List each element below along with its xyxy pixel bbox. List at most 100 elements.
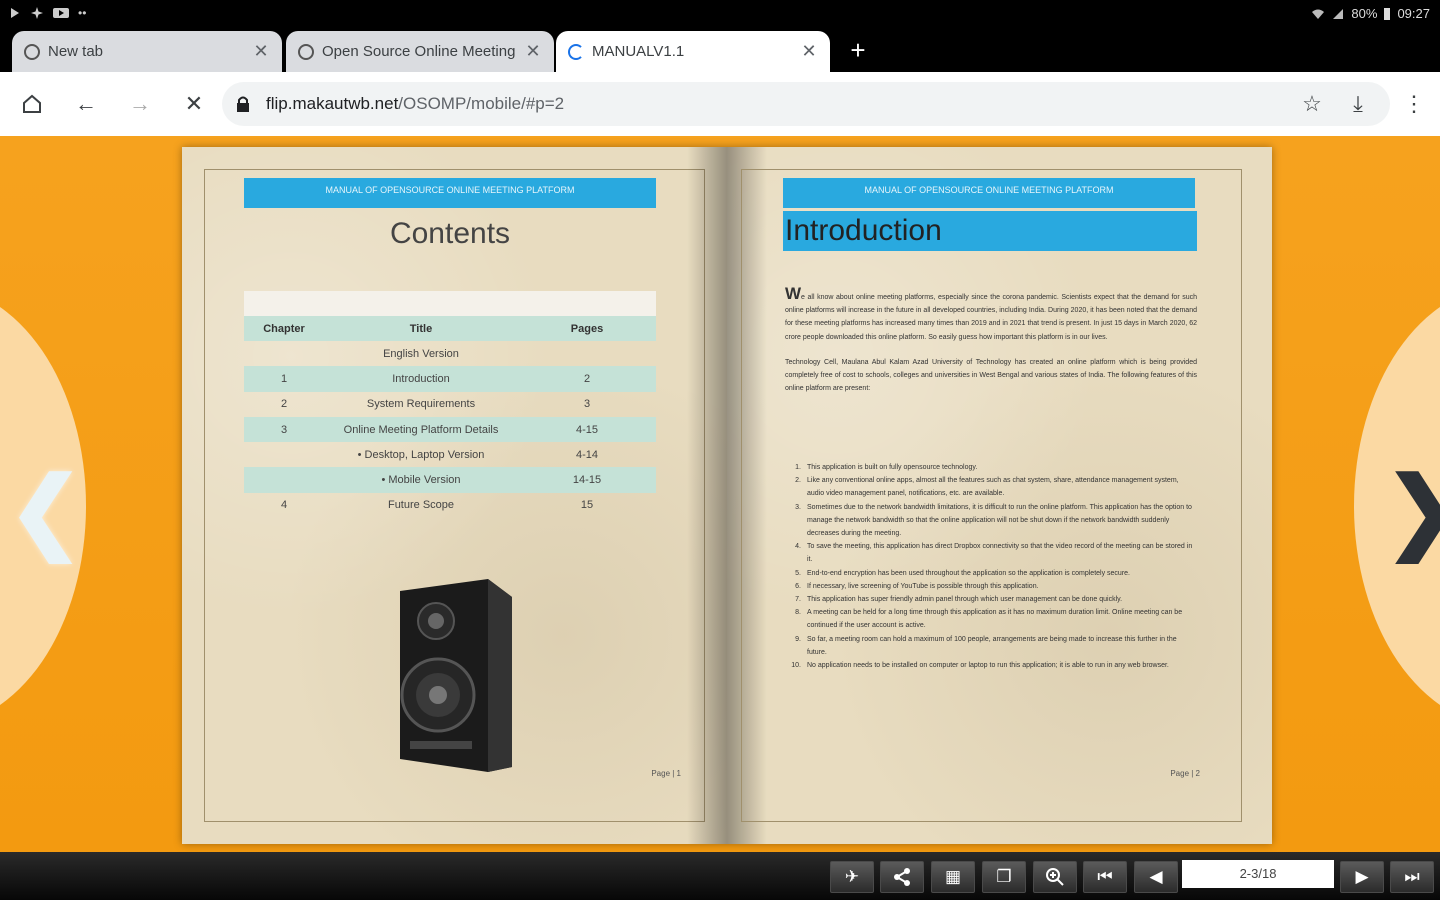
table-blank-row [244, 291, 656, 316]
home-icon [23, 94, 41, 113]
share-icon [894, 868, 910, 886]
more-dots-icon: •• [78, 6, 87, 20]
cell-chapter [244, 442, 324, 467]
page-introduction[interactable]: MANUAL OF OPENSOURCE ONLINE MEETING PLAT… [727, 147, 1272, 844]
pinwheel-icon [31, 7, 43, 19]
cell-chapter: 2 [280, 398, 288, 411]
intro-paragraph: Technology Cell, Maulana Abul Kalam Azad… [785, 358, 1197, 393]
close-icon[interactable]: ✕ [524, 41, 542, 62]
drop-cap: W [785, 284, 802, 303]
url-host: flip.makautwb.net [266, 94, 399, 113]
next-page-arrow-icon[interactable]: ❯ [1384, 466, 1440, 556]
close-icon[interactable]: ✕ [800, 41, 818, 62]
first-page-button[interactable]: ⏮ [1083, 861, 1127, 893]
page-number: Page | 2 [1170, 769, 1200, 778]
cell-pages: 3 [583, 398, 591, 411]
cell-pages: 2 [518, 366, 656, 392]
cell-title: Introduction [324, 366, 518, 392]
zoom-button[interactable] [1033, 861, 1077, 893]
next-page-button[interactable]: ▶ [1340, 861, 1384, 893]
intro-text: We all know about online meeting platfor… [785, 284, 1197, 407]
fullscreen-button[interactable]: ❐ [982, 861, 1026, 893]
col-title: Title [324, 316, 518, 341]
list-item-text: End-to-end encryption has been used thro… [807, 569, 1130, 577]
features-list: 1. This application is built on fully ope… [785, 461, 1197, 672]
page-number: Page | 1 [651, 769, 681, 778]
tab-manual[interactable]: MANUALV1.1 ✕ [556, 31, 830, 72]
forward-arrow-icon: → [129, 91, 151, 116]
list-item-text: This application is built on fully opens… [807, 464, 978, 471]
open-book: MANUAL OF OPENSOURCE ONLINE MEETING PLAT… [182, 147, 1272, 844]
col-chapter: Chapter [244, 316, 324, 341]
loading-spinner-icon [568, 43, 584, 60]
list-item: 3. Sometimes due to the network bandwidth… [785, 501, 1197, 541]
page-header-banner: MANUAL OF OPENSOURCE ONLINE MEETING PLAT… [783, 178, 1195, 208]
prev-page-arrow-icon[interactable]: ❮ [8, 466, 83, 556]
tab-label: New tab [48, 43, 104, 60]
clock: 09:27 [1397, 6, 1430, 21]
stop-loading-button[interactable]: ✕ [178, 88, 210, 120]
last-page-button[interactable]: ⏭ [1390, 861, 1434, 893]
thumbnails-button[interactable]: ▦ [931, 861, 975, 893]
prev-page-button[interactable]: ◀ [1134, 861, 1178, 893]
flipbook-control-bar: ✈ ▦ ❐ ⏮ ◀ 2-3/18 ▶ ⏭ [0, 852, 1440, 900]
pin-icon: ✈ [844, 867, 860, 886]
tab-label: MANUALV1.1 [592, 43, 685, 60]
home-button[interactable] [16, 88, 48, 120]
last-page-icon: ⏭ [1404, 867, 1420, 886]
cell-title: Desktop, Laptop Version [324, 442, 518, 467]
tab-new-tab[interactable]: New tab ✕ [12, 31, 282, 72]
list-item: 7. This application has super friendly ad… [785, 593, 1197, 606]
back-button[interactable]: ← [70, 88, 102, 120]
close-icon: ✕ [184, 91, 204, 116]
page-contents[interactable]: MANUAL OF OPENSOURCE ONLINE MEETING PLAT… [182, 147, 727, 844]
list-item-text: If necessary, live screening of YouTube … [807, 582, 1039, 590]
col-pages: Pages [518, 316, 656, 341]
cell-chapter: 1 [244, 366, 324, 392]
cell-title: System Requirements [366, 398, 476, 411]
browser-tab-strip: New tab ✕ Open Source Online Meeting ✕ M… [0, 28, 1440, 72]
battery-percent: 80% [1351, 6, 1378, 21]
cell-pages: 4-15 [518, 416, 656, 443]
back-arrow-icon: ← [75, 91, 97, 116]
browser-toolbar: ← → ✕ flip.makautwb.net/OSOMP/mobile/#p=… [0, 72, 1440, 136]
chrome-icon [24, 43, 40, 60]
lock-icon [237, 96, 249, 112]
browser-menu-button[interactable]: ⋮ [1398, 88, 1430, 120]
download-button[interactable]: ⤓ [1342, 88, 1374, 120]
download-icon: ⤓ [1353, 91, 1363, 116]
cell-title: English Version [383, 347, 459, 360]
url-text: flip.makautwb.net/OSOMP/mobile/#p=2 [266, 94, 564, 114]
speaker-image [400, 579, 512, 772]
list-item-text: Like any conventional online apps, almos… [807, 477, 1179, 498]
tab-open-source-online-meeting[interactable]: Open Source Online Meeting ✕ [286, 31, 554, 72]
close-icon[interactable]: ✕ [252, 41, 270, 62]
globe-icon [298, 43, 314, 60]
cell-title: Mobile Version [324, 467, 518, 493]
battery-icon [1384, 7, 1391, 20]
cell-chapter [244, 467, 324, 493]
android-status-bar: •• 80% 09:27 [0, 0, 1440, 28]
list-item: 2. Like any conventional online apps, alm… [785, 474, 1197, 500]
page-title: Introduction [783, 211, 1197, 251]
window-icon: ❐ [996, 867, 1012, 886]
list-item: 8. A meeting can be held for a long time … [785, 606, 1197, 632]
bookmark-star-button[interactable]: ☆ [1296, 88, 1328, 120]
list-item-text: So far, a meeting room can hold a maximu… [807, 635, 1177, 656]
zoom-in-icon [1046, 868, 1064, 886]
video-icon [53, 8, 69, 18]
page-number-input[interactable]: 2-3/18 [1182, 860, 1334, 888]
share-button[interactable] [880, 861, 924, 893]
cell-title: Future Scope [387, 499, 455, 512]
autoflip-button[interactable]: ✈ [830, 861, 874, 893]
table-row: Mobile Version 14-15 [244, 467, 656, 493]
list-item: 1. This application is built on fully ope… [785, 461, 1197, 474]
table-header-row: Chapter Title Pages [244, 316, 656, 341]
new-tab-button[interactable]: + [844, 36, 872, 64]
cell-pages [518, 341, 656, 366]
forward-button[interactable]: → [124, 88, 156, 120]
cell-chapter: 4 [280, 499, 288, 512]
cell-pages: 4-14 [575, 448, 599, 461]
contents-table: Chapter Title Pages English Version 1 In… [244, 291, 656, 518]
address-bar[interactable]: flip.makautwb.net/OSOMP/mobile/#p=2 [222, 82, 1390, 126]
